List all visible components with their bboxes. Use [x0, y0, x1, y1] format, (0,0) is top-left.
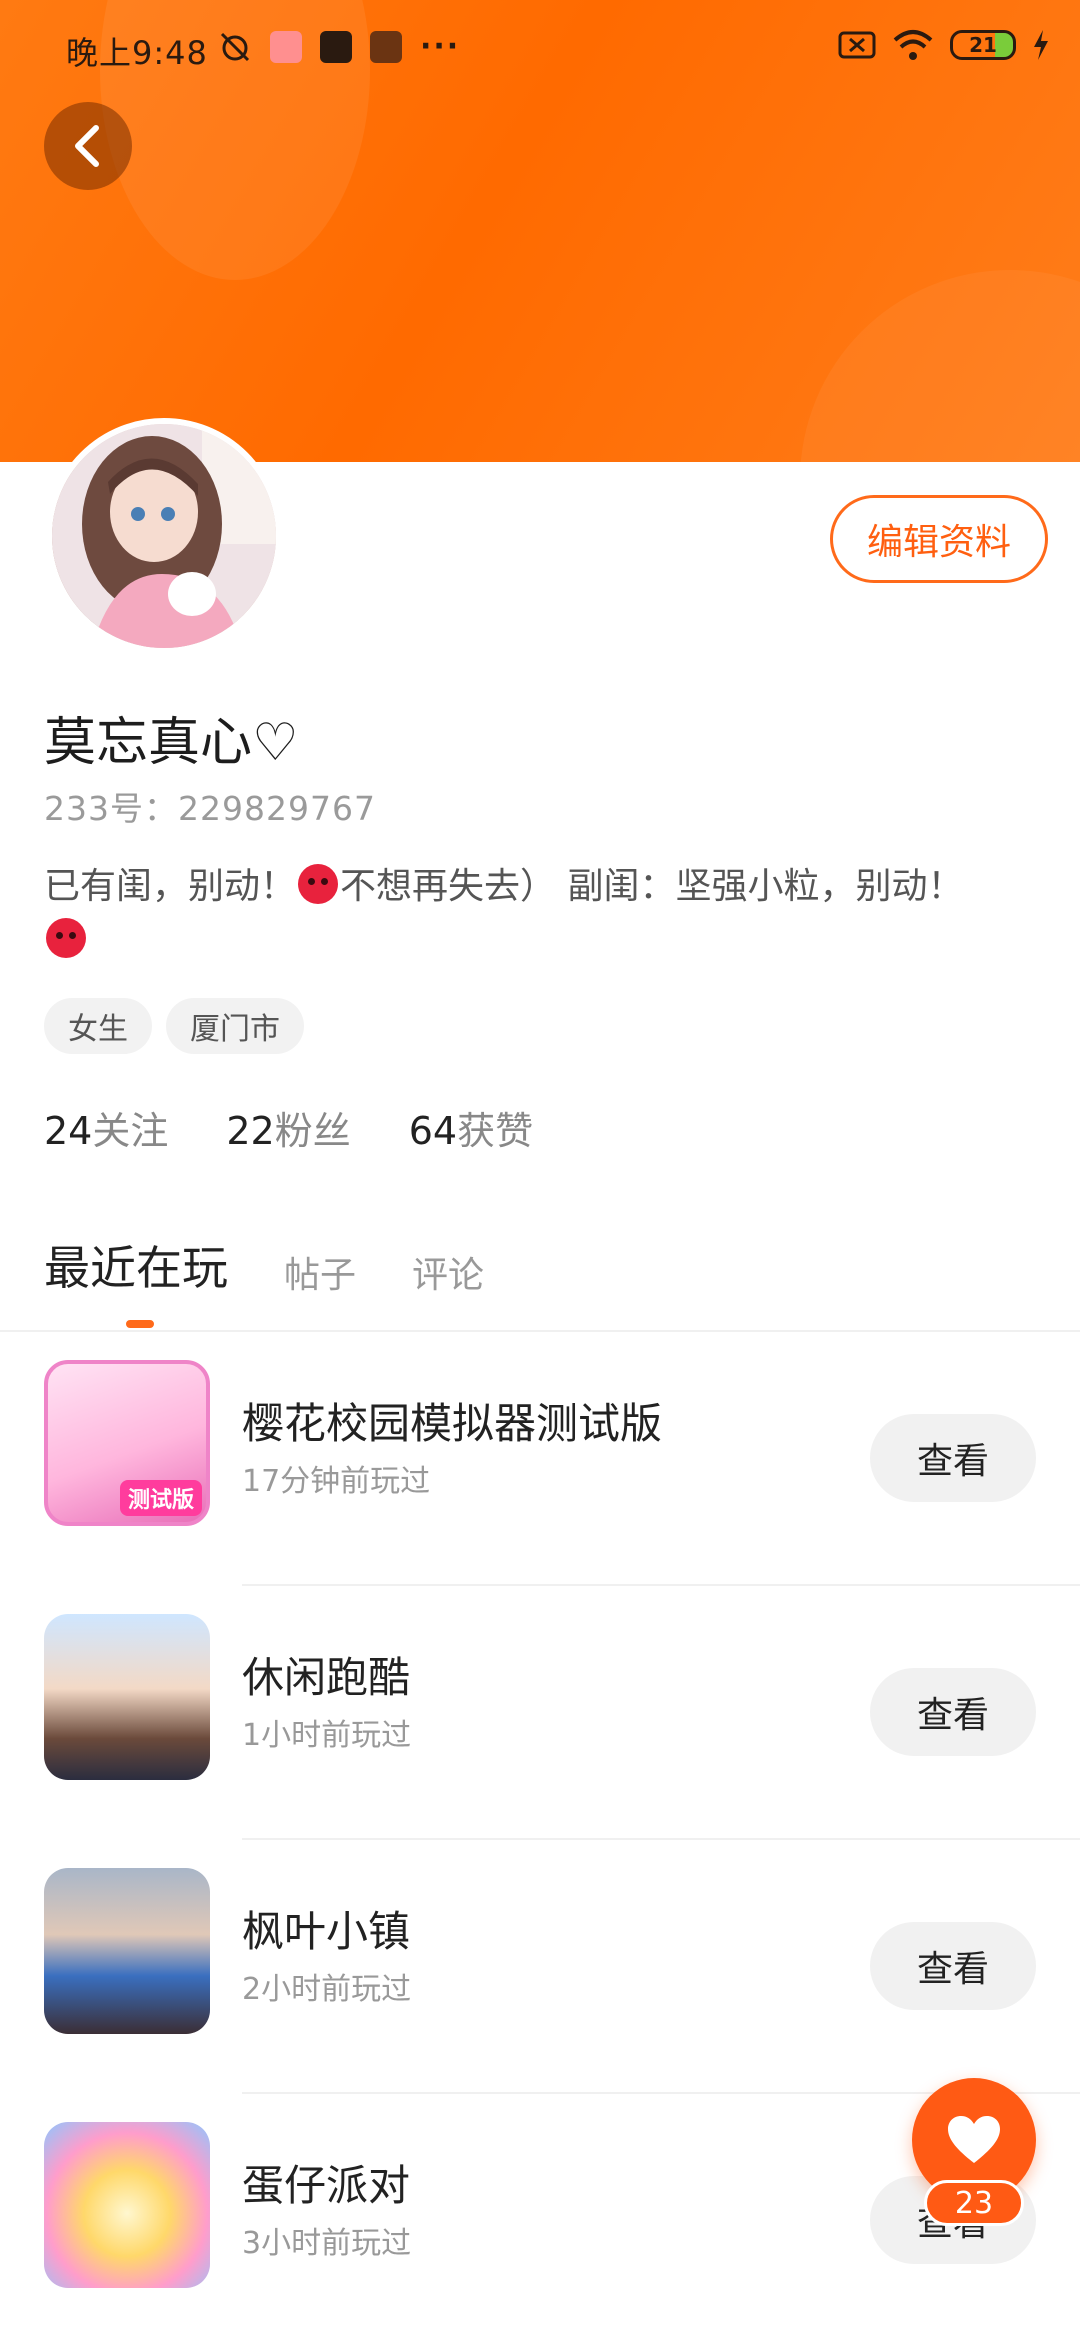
view-button[interactable]: 查看 [870, 1668, 1036, 1756]
app-notification-icon [270, 31, 302, 63]
eggy-party-icon [44, 2122, 210, 2288]
likes-stat[interactable]: 64获赞 [409, 1100, 533, 1155]
last-played: 3小时前玩过 [242, 2226, 412, 2261]
alarm-off-icon [220, 32, 250, 62]
following-count: 24 [44, 1109, 93, 1153]
like-count-badge: 23 [924, 2180, 1024, 2226]
angry-emoji-icon [46, 918, 86, 958]
back-button[interactable] [44, 102, 132, 190]
user-id: 233号：229829767 [44, 789, 376, 828]
game-title: 枫叶小镇 [242, 1907, 411, 1956]
status-time: 晚上9:48 [66, 34, 208, 72]
list-item[interactable]: 休闲跑酷 1小时前玩过 查看 [0, 1586, 1080, 1840]
tab-comments[interactable]: 评论 [412, 1246, 484, 1298]
profile-stats: 24关注 22粉丝 64获赞 [44, 1100, 533, 1155]
parkour-icon [44, 1614, 210, 1780]
sim-off-icon [838, 31, 876, 59]
tag-city: 厦门市 [166, 998, 304, 1054]
game-title: 休闲跑酷 [242, 1653, 411, 1702]
game-title: 樱花校园模拟器测试版 [242, 1399, 663, 1448]
battery-icon: 21 [950, 30, 1016, 60]
mi-store-icon [370, 31, 402, 63]
tab-recently-played[interactable]: 最近在玩 [44, 1232, 228, 1298]
status-bar: 晚上9:48 ··· 21 [0, 0, 1080, 96]
last-played: 2小时前玩过 [242, 1972, 412, 2007]
notification-icons: ··· [218, 30, 460, 64]
last-played: 1小时前玩过 [242, 1718, 412, 1753]
profile-tags: 女生 厦门市 [44, 998, 304, 1054]
avatar[interactable] [46, 418, 282, 654]
bio: 已有闺，别动！ 不想再失去） 副闺：坚强小粒，别动！ [44, 860, 1004, 968]
chevron-left-icon [75, 125, 99, 167]
active-tab-indicator [126, 1320, 154, 1328]
bio-text: 已有闺，别动！ [44, 866, 297, 907]
heart-icon [948, 2116, 1000, 2163]
tab-posts[interactable]: 帖子 [284, 1246, 356, 1298]
last-played: 17分钟前玩过 [242, 1464, 431, 1499]
wifi-icon [893, 30, 933, 60]
view-button[interactable]: 查看 [870, 1922, 1036, 2010]
fans-label: 粉丝 [274, 1109, 351, 1153]
upload-icon [320, 31, 352, 63]
fans-stat[interactable]: 22粉丝 [226, 1100, 350, 1155]
more-notifications-icon: ··· [420, 29, 461, 64]
avatar-illustration [52, 424, 276, 648]
charging-icon [1034, 30, 1048, 60]
bio-text: 不想再失去） 副闺：坚强小粒，别动！ [340, 866, 964, 907]
list-item[interactable]: 枫叶小镇 2小时前玩过 查看 [0, 1840, 1080, 2094]
likes-label: 获赞 [457, 1109, 534, 1153]
list-item[interactable]: 测试版 樱花校园模拟器测试版 17分钟前玩过 查看 [0, 1332, 1080, 1586]
following-stat[interactable]: 24关注 [44, 1100, 168, 1155]
profile-banner: 晚上9:48 ··· 21 [0, 0, 1080, 462]
maple-town-icon [44, 1868, 210, 2034]
fans-count: 22 [226, 1109, 275, 1153]
tag-gender: 女生 [44, 998, 152, 1054]
angry-emoji-icon [298, 864, 339, 904]
sakura-school-icon: 测试版 [44, 1360, 210, 1526]
game-title: 蛋仔派对 [242, 2161, 411, 2210]
system-icons: 21 [838, 28, 1050, 62]
following-label: 关注 [92, 1109, 169, 1153]
nickname: 莫忘真心♡ [44, 713, 299, 773]
test-version-badge: 测试版 [119, 1480, 202, 1516]
likes-count: 64 [408, 1109, 458, 1153]
banner-decoration [800, 270, 1080, 462]
view-button[interactable]: 查看 [870, 1414, 1036, 1502]
edit-profile-button[interactable]: 编辑资料 [830, 495, 1048, 583]
profile-tabs: 最近在玩 帖子 评论 [44, 1232, 484, 1298]
